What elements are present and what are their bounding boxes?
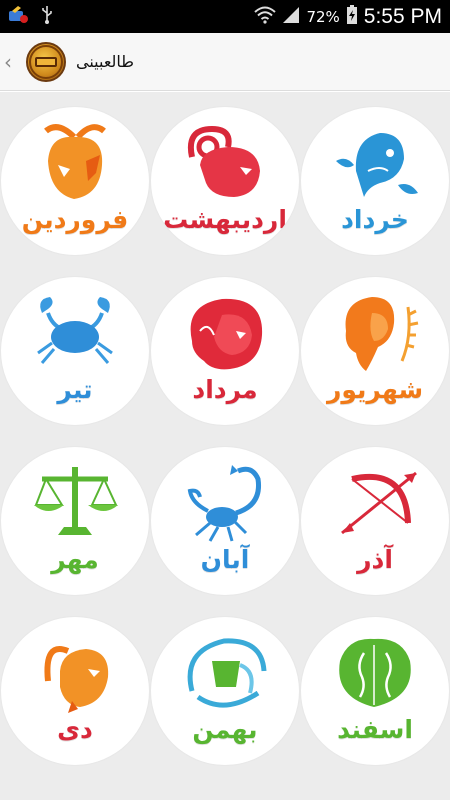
sign-name: آذر xyxy=(357,545,393,574)
pisces-twins-icon xyxy=(328,617,422,717)
zodiac-card-capricorn[interactable]: دی xyxy=(1,617,149,765)
sagittarius-bow-icon xyxy=(328,447,422,547)
sign-name: مرداد xyxy=(192,375,258,404)
aquarius-water-icon xyxy=(178,617,272,717)
zodiac-cell[interactable]: آذر xyxy=(300,436,450,606)
zodiac-card-virgo[interactable]: شهریور xyxy=(301,277,449,425)
sign-name: اسفند xyxy=(337,715,413,744)
virgo-maiden-icon xyxy=(328,277,422,377)
zodiac-card-sagittarius[interactable]: آذر xyxy=(301,447,449,595)
leo-lion-icon xyxy=(178,277,272,377)
taurus-bull-icon xyxy=(178,107,272,207)
zodiac-cell[interactable]: دی xyxy=(0,606,150,776)
sign-name: شهریور xyxy=(326,375,424,404)
gemini-fish-icon xyxy=(328,107,422,207)
zodiac-cell[interactable]: مرداد xyxy=(150,266,300,436)
action-bar: ‹ طالعبینی xyxy=(0,33,450,91)
sign-name: مهر xyxy=(51,545,99,574)
zodiac-cell[interactable]: بهمن xyxy=(150,606,300,776)
zodiac-card-pisces[interactable]: اسفند xyxy=(301,617,449,765)
sign-name: اردیبهشت xyxy=(163,205,287,234)
cancer-crab-icon xyxy=(28,277,122,377)
battery-percent: 72% xyxy=(306,7,340,26)
zodiac-cell[interactable]: آبان xyxy=(150,436,300,606)
usb-icon xyxy=(40,5,54,29)
wifi-icon xyxy=(254,6,277,28)
zodiac-card-cancer[interactable]: تیر xyxy=(1,277,149,425)
zodiac-grid: فروردین اردیبهشت خرداد تیر مرداد شهریور … xyxy=(0,92,450,800)
zodiac-cell[interactable]: شهریور xyxy=(300,266,450,436)
zodiac-card-libra[interactable]: مهر xyxy=(1,447,149,595)
sign-name: دی xyxy=(57,715,93,744)
app-logo[interactable] xyxy=(26,41,66,82)
signal-icon xyxy=(282,6,300,28)
status-bar: 72% 5:55 PM xyxy=(0,0,450,33)
sign-name: بهمن xyxy=(192,715,258,744)
capricorn-goat-icon xyxy=(28,617,122,717)
zodiac-cell[interactable]: فروردین xyxy=(0,96,150,266)
zodiac-card-taurus[interactable]: اردیبهشت xyxy=(151,107,299,255)
zodiac-card-aquarius[interactable]: بهمن xyxy=(151,617,299,765)
zodiac-card-leo[interactable]: مرداد xyxy=(151,277,299,425)
zodiac-cell[interactable]: خرداد xyxy=(300,96,450,266)
chevron-left-icon[interactable]: ‹ xyxy=(4,50,22,74)
libra-scales-icon xyxy=(28,447,122,547)
zodiac-cell[interactable]: اردیبهشت xyxy=(150,96,300,266)
battery-charging-icon xyxy=(346,4,358,29)
aries-ram-icon xyxy=(28,107,122,207)
sign-name: فروردین xyxy=(21,205,129,234)
app-notification-icon xyxy=(8,5,30,29)
sign-name: خرداد xyxy=(341,205,409,234)
zodiac-cell[interactable]: تیر xyxy=(0,266,150,436)
zodiac-cell[interactable]: مهر xyxy=(0,436,150,606)
page-title: طالعبینی xyxy=(76,52,135,71)
zodiac-card-gemini[interactable]: خرداد xyxy=(301,107,449,255)
sign-name: آبان xyxy=(200,545,250,574)
zodiac-cell[interactable]: اسفند xyxy=(300,606,450,776)
status-clock: 5:55 PM xyxy=(363,4,442,28)
zodiac-card-scorpio[interactable]: آبان xyxy=(151,447,299,595)
sign-name: تیر xyxy=(57,375,93,404)
scorpio-scorpion-icon xyxy=(178,447,272,547)
zodiac-card-aries[interactable]: فروردین xyxy=(1,107,149,255)
